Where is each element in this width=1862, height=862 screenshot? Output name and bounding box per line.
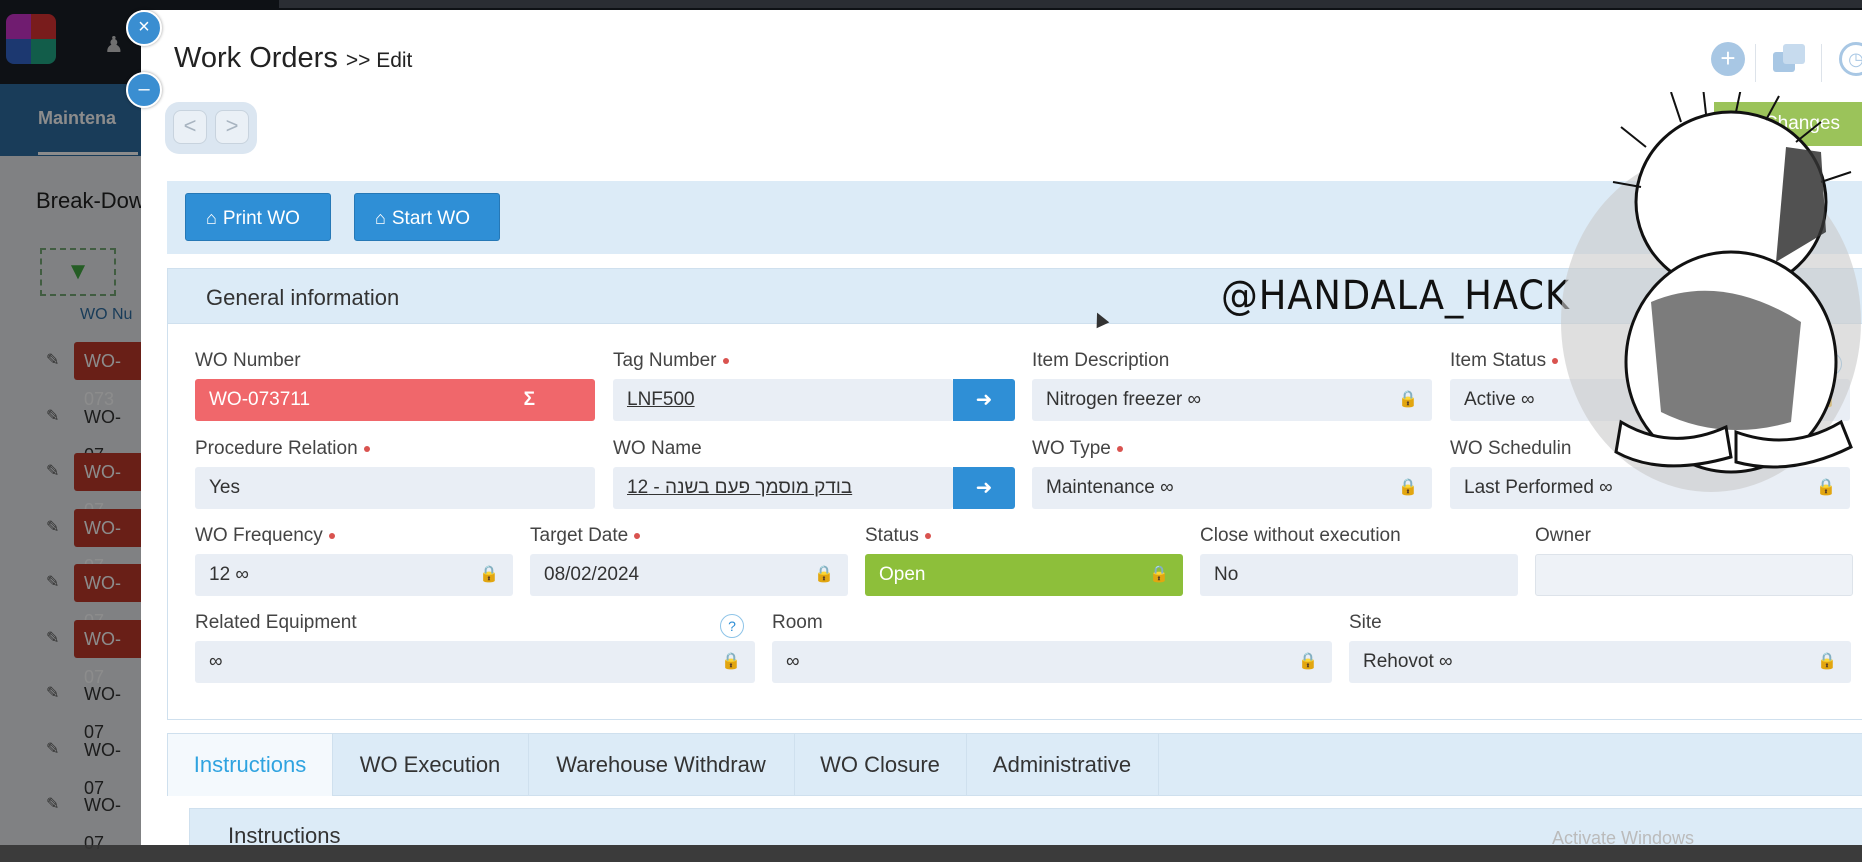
- status-value: Open: [879, 564, 926, 585]
- wo-name-value[interactable]: בודק מוסמך פעם בשנה - 12: [627, 477, 852, 498]
- room-field[interactable]: ∞ 🔒: [772, 641, 1332, 683]
- owner-field[interactable]: [1535, 554, 1853, 596]
- tab-instructions[interactable]: Instructions: [168, 734, 333, 796]
- instructions-title: Instructions: [228, 823, 341, 845]
- lock-icon: 🔒: [1149, 566, 1169, 583]
- procedure-relation-field[interactable]: Yes: [195, 467, 595, 509]
- target-date-field[interactable]: 08/02/2024 🔒: [530, 554, 848, 596]
- open-link-icon[interactable]: ➜: [953, 379, 1015, 421]
- wo-number-label: WO Number: [195, 350, 301, 371]
- tag-number-field[interactable]: LNF500: [613, 379, 953, 421]
- lock-icon: 🔒: [721, 653, 741, 670]
- procedure-relation-label: Procedure Relation: [195, 438, 370, 460]
- history-icon[interactable]: ◷: [1839, 42, 1862, 76]
- help-icon[interactable]: ?: [720, 614, 744, 638]
- target-date-label: Target Date: [530, 525, 641, 547]
- wo-number-value: WO-073711: [209, 389, 311, 410]
- site-field[interactable]: Rehovot ∞ 🔒: [1349, 641, 1851, 683]
- lock-icon: 🔒: [1398, 391, 1418, 408]
- related-equipment-field[interactable]: ∞ 🔒: [195, 641, 755, 683]
- wo-frequency-field[interactable]: 12 ∞ 🔒: [195, 554, 513, 596]
- detail-tabs: Instructions WO Execution Warehouse With…: [167, 733, 1862, 796]
- next-record-button[interactable]: >: [215, 110, 249, 144]
- wo-name-label: WO Name: [613, 438, 702, 459]
- item-description-label: Item Description: [1032, 350, 1170, 371]
- close-modal-button[interactable]: ×: [126, 10, 162, 46]
- item-description-value: Nitrogen freezer ∞: [1046, 389, 1202, 410]
- toolbar-divider: [1755, 44, 1756, 82]
- title-text: Work Orders: [174, 42, 338, 74]
- tab-wo-closure[interactable]: WO Closure: [794, 734, 967, 796]
- room-label: Room: [772, 612, 823, 633]
- section-title: General information: [206, 285, 400, 310]
- title-subtitle: >> Edit: [345, 49, 413, 72]
- lock-icon: 🔒: [1298, 653, 1318, 670]
- wo-type-label: WO Type: [1032, 438, 1123, 460]
- minimize-modal-button[interactable]: –: [126, 72, 162, 108]
- lock-icon: 🔒: [1817, 653, 1837, 670]
- home-icon: ⌂: [206, 208, 217, 228]
- wo-type-value: Maintenance ∞: [1046, 477, 1174, 498]
- tab-warehouse-withdraw[interactable]: Warehouse Withdraw: [528, 734, 795, 796]
- close-without-execution-field[interactable]: No: [1200, 554, 1518, 596]
- wo-name-field[interactable]: בודק מוסמך פעם בשנה - 12: [613, 467, 953, 509]
- owner-label: Owner: [1535, 525, 1591, 546]
- close-without-execution-label: Close without execution: [1200, 525, 1401, 546]
- duplicate-icon[interactable]: [1773, 42, 1807, 76]
- site-label: Site: [1349, 612, 1382, 633]
- related-equipment-value: ∞: [209, 651, 223, 672]
- wo-type-field[interactable]: Maintenance ∞ 🔒: [1032, 467, 1432, 509]
- start-wo-label: Start WO: [391, 208, 470, 229]
- handala-cartoon-overlay: [1561, 92, 1861, 492]
- prev-record-button[interactable]: <: [173, 110, 207, 144]
- lock-icon: 🔒: [479, 566, 499, 583]
- status-field[interactable]: Open 🔒: [865, 554, 1183, 596]
- sigma-icon[interactable]: Σ: [524, 379, 535, 421]
- wo-frequency-label: WO Frequency: [195, 525, 335, 547]
- print-wo-label: Print WO: [222, 208, 300, 229]
- open-link-icon[interactable]: ➜: [953, 467, 1015, 509]
- start-wo-button[interactable]: ⌂ Start WO: [354, 193, 500, 241]
- lock-icon: 🔒: [1398, 479, 1418, 496]
- home-icon: ⌂: [375, 208, 386, 228]
- tag-number-value[interactable]: LNF500: [627, 389, 695, 410]
- tab-wo-execution[interactable]: WO Execution: [332, 734, 529, 796]
- close-without-execution-value: No: [1214, 564, 1239, 585]
- site-value: Rehovot ∞: [1363, 651, 1453, 672]
- room-value: ∞: [786, 651, 800, 672]
- target-date-value: 08/02/2024: [544, 564, 640, 585]
- toolbar-divider: [1821, 44, 1822, 82]
- top-strip: [279, 0, 1862, 8]
- print-wo-button[interactable]: ⌂ Print WO: [185, 193, 331, 241]
- wo-frequency-value: 12 ∞: [209, 564, 249, 585]
- page-title: Work Orders >> Edit: [174, 42, 412, 75]
- tag-number-label: Tag Number: [613, 350, 729, 372]
- related-equipment-label: Related Equipment: [195, 612, 357, 633]
- add-icon[interactable]: +: [1711, 42, 1745, 76]
- tab-administrative[interactable]: Administrative: [966, 734, 1159, 796]
- record-navigator: < >: [165, 102, 257, 154]
- wo-number-field[interactable]: WO-073711 Σ: [195, 379, 595, 421]
- status-label: Status: [865, 525, 931, 547]
- windows-watermark: Activate Windows: [1552, 828, 1695, 845]
- item-description-field[interactable]: Nitrogen freezer ∞ 🔒: [1032, 379, 1432, 421]
- lock-icon: 🔒: [814, 566, 834, 583]
- procedure-relation-value: Yes: [209, 477, 240, 498]
- work-order-modal: Work Orders >> Edit < > + ◷ ave Changes ⌂…: [141, 10, 1862, 845]
- overlay-handle-text: @HANDALA_HACK: [1221, 273, 1570, 319]
